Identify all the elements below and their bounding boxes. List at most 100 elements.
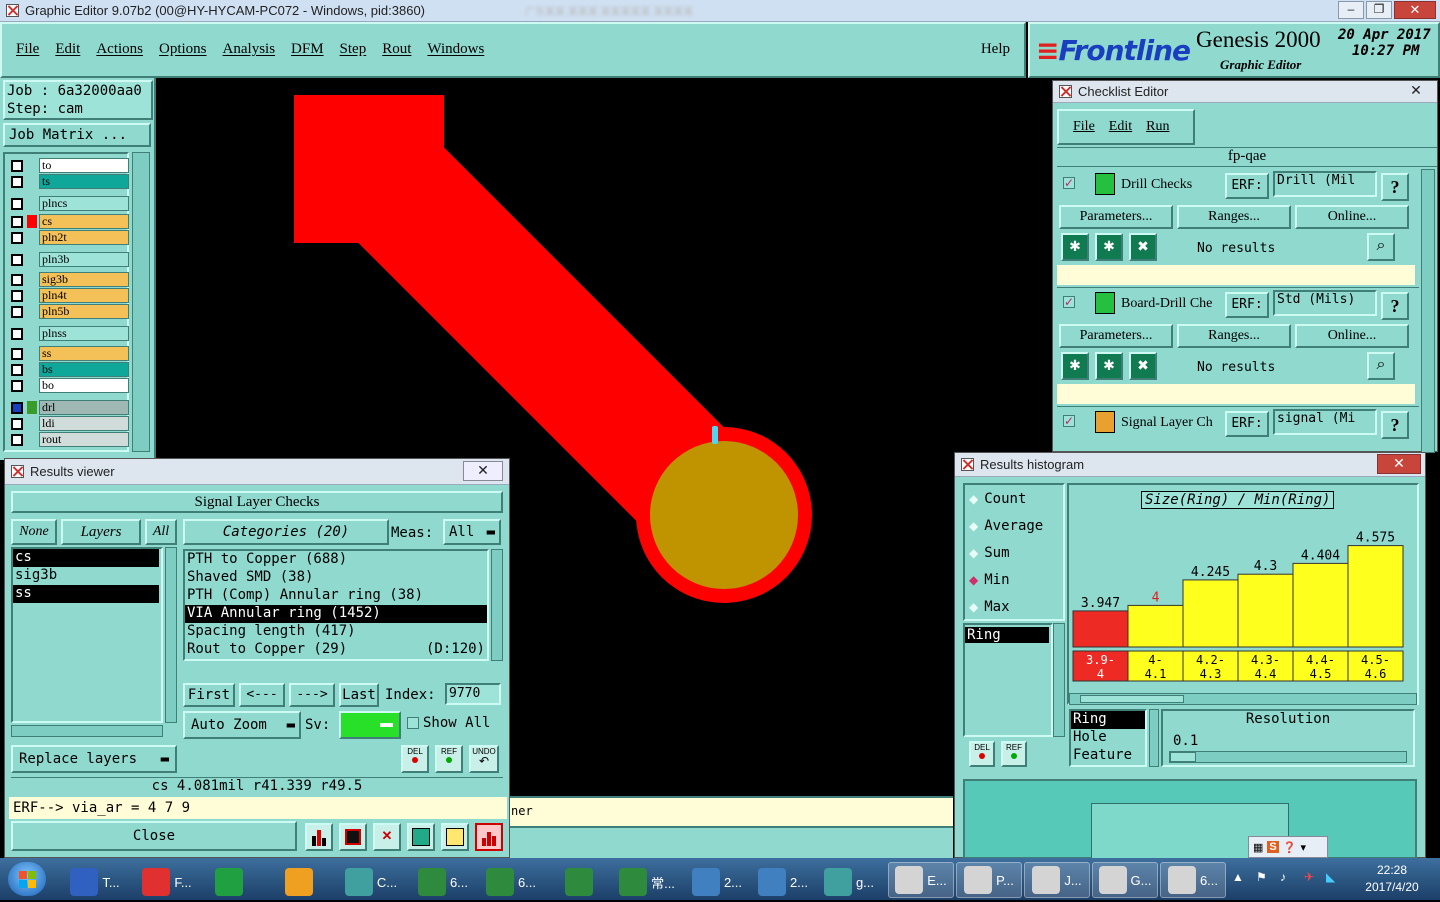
stop-icon[interactable]: ✖ <box>1129 233 1157 261</box>
layer-row-ss[interactable]: ss <box>11 346 129 361</box>
mode-count-radio[interactable]: ◆ Count <box>965 485 1063 512</box>
layer-checkbox[interactable] <box>11 347 23 360</box>
layer-color-swatch[interactable] <box>27 273 37 286</box>
layer-name[interactable]: ldi <box>39 416 129 431</box>
measure-item[interactable]: Ring <box>965 627 1049 643</box>
taskbar-item[interactable]: C... <box>338 862 404 902</box>
layer-checkbox[interactable] <box>11 273 23 286</box>
layer-name[interactable]: ts <box>39 174 129 189</box>
layer-checkbox[interactable] <box>11 215 23 228</box>
sv-color-select[interactable]: ▬ <box>339 711 401 739</box>
menu-edit[interactable]: Edit <box>55 41 80 58</box>
run-icon[interactable]: ✱ <box>1061 233 1089 261</box>
volume-icon[interactable]: ♪ <box>1280 870 1286 884</box>
ranges-button[interactable]: Ranges... <box>1177 324 1291 348</box>
layer-name[interactable]: to <box>39 158 129 173</box>
menu-windows[interactable]: Windows <box>427 41 484 58</box>
first-button[interactable]: First <box>183 683 235 707</box>
layer-results-hscrollbar[interactable] <box>11 725 163 737</box>
network-icon[interactable]: ⚑ <box>1256 870 1267 884</box>
histogram-bar[interactable] <box>1237 573 1294 648</box>
flag-icon[interactable]: ✈ <box>1304 870 1314 884</box>
layer-name[interactable]: drl <box>39 400 129 415</box>
chart-hscrollbar[interactable] <box>1069 693 1417 705</box>
check-checkbox[interactable]: ✓ <box>1063 177 1075 189</box>
layer-row-rout[interactable]: rout <box>11 432 129 447</box>
online-button[interactable]: Online... <box>1295 324 1409 348</box>
menu-rout[interactable]: Rout <box>382 41 411 58</box>
layer-color-swatch[interactable] <box>27 433 37 446</box>
mode-max-radio[interactable]: ◆ Max <box>965 593 1063 620</box>
layer-color-swatch[interactable] <box>27 215 37 228</box>
layer-color-swatch[interactable] <box>27 363 37 376</box>
layer-color-swatch[interactable] <box>27 197 37 210</box>
layer-row-sig3b[interactable]: sig3b <box>11 272 129 287</box>
histogram-chart[interactable]: 3.9473.9-444-4.14.2454.2-4.34.34.3-4.44.… <box>1069 517 1417 703</box>
checklist-close-icon[interactable]: ✕ <box>1401 82 1431 100</box>
layer-results-list[interactable]: cs sig3b ss <box>11 547 163 723</box>
check-checkbox[interactable]: ✓ <box>1063 296 1075 308</box>
chart-icon[interactable] <box>305 823 333 851</box>
layer-checkbox[interactable] <box>11 175 23 188</box>
layer-color-swatch[interactable] <box>27 347 37 360</box>
erf-field[interactable]: Drill (Mil <box>1273 171 1377 197</box>
checklist-menu-run[interactable]: Run <box>1146 119 1169 135</box>
layer-row-bo[interactable]: bo <box>11 378 129 393</box>
zoom-icon[interactable]: ⌕ <box>1367 352 1395 380</box>
histogram-bar[interactable] <box>1347 545 1404 648</box>
sort-by-list[interactable]: Ring Hole Feature <box>1069 709 1147 767</box>
info-icon[interactable] <box>407 823 435 851</box>
checklist-menu-file[interactable]: File <box>1073 119 1095 135</box>
meas-select[interactable]: All ▬ <box>443 519 501 545</box>
layer-color-swatch[interactable] <box>27 305 37 318</box>
taskbar-item[interactable]: J... <box>1024 862 1090 898</box>
layer-checkbox[interactable] <box>11 305 23 318</box>
layers-button[interactable]: Layers <box>61 519 141 545</box>
measure-scrollbar[interactable] <box>1053 623 1065 737</box>
category-item[interactable]: VIA Annular ring (1452) <box>185 605 487 623</box>
keyboard-icon[interactable]: ▦ <box>1253 841 1263 854</box>
layer-name[interactable]: plncs <box>39 196 129 211</box>
job-matrix-button[interactable]: Job Matrix ... <box>3 123 151 147</box>
taskbar-item[interactable] <box>268 862 334 902</box>
histogram-icon[interactable] <box>475 823 503 851</box>
index-input[interactable]: 9770 <box>445 683 501 705</box>
start-button[interactable] <box>8 862 46 896</box>
sort-item[interactable]: Feature <box>1071 747 1145 765</box>
maximize-button[interactable]: ❐ <box>1366 1 1392 19</box>
ref-button[interactable]: REF <box>435 745 463 773</box>
result-layer-item[interactable]: ss <box>13 585 159 603</box>
layer-icon[interactable] <box>339 823 367 851</box>
taskbar-item[interactable] <box>198 862 264 902</box>
layer-checkbox[interactable] <box>11 401 23 414</box>
menu-step[interactable]: Step <box>340 41 367 58</box>
layer-name[interactable]: pln4t <box>39 288 129 303</box>
resolution-slider[interactable] <box>1169 751 1407 763</box>
run-all-icon[interactable]: ✱ <box>1095 233 1123 261</box>
histogram-measure-list[interactable]: Ring <box>963 623 1053 737</box>
layer-name[interactable]: bs <box>39 362 129 377</box>
result-layer-item[interactable]: sig3b <box>13 567 159 585</box>
taskbar-item[interactable]: F... <box>134 862 200 902</box>
run-icon[interactable]: ✱ <box>1061 352 1089 380</box>
check-help-button[interactable]: ? <box>1381 411 1409 439</box>
category-item[interactable]: PTH (Comp) Annular ring (38) <box>185 587 487 605</box>
show-all-checkbox[interactable] <box>407 717 419 729</box>
category-item[interactable]: PTH to Copper (688) <box>185 551 487 569</box>
stop-icon[interactable]: ✖ <box>1129 352 1157 380</box>
checklist-menu-edit[interactable]: Edit <box>1109 119 1132 135</box>
minimize-button[interactable]: ‒ <box>1338 1 1364 19</box>
layer-name[interactable]: pln5b <box>39 304 129 319</box>
del-button[interactable]: DEL <box>401 745 429 773</box>
last-button[interactable]: Last <box>339 683 379 707</box>
layer-row-plncs[interactable]: plncs <box>11 196 129 211</box>
layer-name[interactable]: ss <box>39 346 129 361</box>
categories-scrollbar[interactable] <box>491 549 503 661</box>
close-button[interactable]: Close <box>11 821 297 851</box>
taskbar-item[interactable]: P... <box>956 862 1022 898</box>
layer-color-swatch[interactable] <box>27 327 37 340</box>
taskbar-item[interactable]: T... <box>62 862 128 902</box>
layer-row-ts[interactable]: ts <box>11 174 129 189</box>
category-item[interactable]: Spacing length (417) <box>185 623 487 641</box>
auto-zoom-select[interactable]: Auto Zoom ▬ <box>183 711 301 739</box>
